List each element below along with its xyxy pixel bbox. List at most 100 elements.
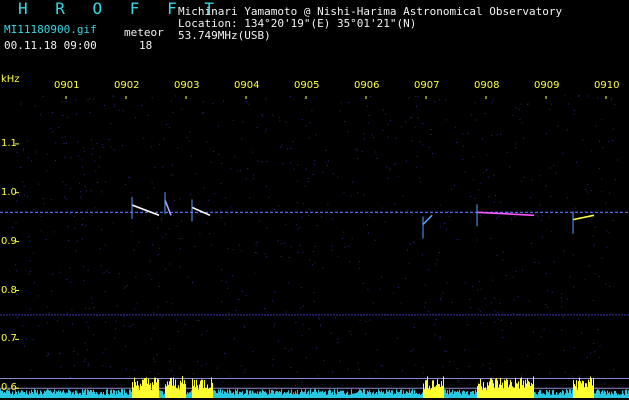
noise-pixel [61, 101, 63, 103]
noise-pixel [30, 369, 32, 371]
amplitude-bar [341, 390, 342, 398]
amplitude-bar [556, 392, 557, 398]
noise-pixel [369, 319, 371, 321]
amplitude-peak [134, 377, 135, 398]
amplitude-bar [568, 392, 569, 398]
amplitude-peak [176, 387, 177, 398]
amplitude-bar [333, 395, 334, 398]
amplitude-peak [184, 380, 185, 398]
amplitude-bar [236, 391, 237, 398]
noise-pixel [334, 317, 336, 318]
amplitude-bar [620, 394, 621, 398]
noise-pixel [177, 147, 179, 149]
noise-pixel [382, 129, 384, 131]
noise-pixel [208, 199, 210, 201]
noise-pixel [371, 134, 373, 136]
amplitude-peak [144, 378, 145, 398]
noise-pixel [368, 232, 369, 234]
noise-pixel [601, 191, 603, 193]
noise-pixel [134, 308, 136, 310]
noise-pixel [232, 119, 234, 121]
time-tick-label: 0909 [534, 80, 560, 91]
amplitude-peak [135, 382, 136, 398]
amplitude-bar [115, 394, 116, 398]
noise-pixel [62, 181, 64, 183]
amplitude-bar [412, 389, 413, 398]
noise-pixel [277, 340, 279, 342]
noise-pixel [545, 185, 547, 187]
noise-pixel [380, 364, 382, 366]
noise-pixel [69, 213, 71, 215]
amplitude-bar [263, 390, 264, 398]
noise-pixel [439, 336, 441, 338]
amplitude-peak [199, 384, 200, 398]
amplitude-bar [125, 393, 126, 398]
noise-pixel [391, 385, 393, 387]
noise-pixel [316, 225, 318, 227]
amplitude-peak [167, 381, 168, 398]
noise-pixel [108, 272, 110, 274]
amplitude-bar [83, 392, 84, 398]
noise-pixel [227, 287, 228, 289]
noise-pixel [266, 160, 268, 162]
noise-pixel [581, 332, 583, 334]
noise-pixel [199, 319, 201, 321]
noise-pixel [73, 351, 75, 352]
amplitude-bar [306, 393, 307, 398]
noise-pixel [20, 166, 22, 168]
amplitude-bar [625, 389, 626, 398]
amplitude-bar [19, 393, 20, 398]
noise-pixel [521, 122, 523, 124]
noise-pixel [435, 319, 437, 321]
amplitude-peak [518, 381, 519, 398]
amplitude-bar [248, 394, 249, 398]
noise-pixel [342, 237, 343, 239]
amplitude-bar [11, 393, 12, 398]
noise-pixel [547, 290, 549, 292]
noise-pixel [372, 302, 374, 304]
noise-pixel [328, 160, 329, 162]
amplitude-bar [272, 389, 273, 398]
amplitude-bar [347, 391, 348, 398]
noise-pixel [314, 163, 316, 165]
noise-pixel [228, 213, 230, 215]
amplitude-bar [106, 389, 107, 398]
noise-pixel [29, 260, 31, 262]
noise-pixel [486, 169, 488, 171]
noise-pixel [129, 326, 131, 328]
amplitude-peak [506, 378, 507, 398]
amplitude-bar [112, 393, 113, 398]
noise-pixel [179, 198, 181, 200]
noise-pixel [407, 209, 409, 211]
noise-pixel [365, 320, 367, 322]
amplitude-bar [188, 393, 189, 398]
noise-pixel [464, 282, 466, 284]
noise-pixel [430, 134, 432, 136]
amplitude-bar [386, 389, 387, 398]
amplitude-peak [156, 382, 157, 398]
noise-pixel [302, 251, 304, 253]
amplitude-bar [295, 391, 296, 398]
noise-pixel [393, 164, 395, 166]
noise-pixel [66, 385, 68, 387]
amplitude-bar [103, 391, 104, 398]
noise-pixel [218, 125, 219, 127]
noise-pixel [339, 360, 341, 362]
noise-pixel [252, 351, 254, 353]
amplitude-bar [350, 394, 351, 398]
noise-pixel [521, 374, 523, 376]
amplitude-bar [597, 389, 598, 398]
amplitude-bar [551, 394, 552, 398]
noise-pixel [260, 208, 262, 210]
noise-pixel [115, 320, 117, 322]
amplitude-peak [171, 377, 172, 398]
noise-pixel [398, 286, 399, 288]
noise-pixel [170, 100, 172, 102]
amplitude-bar [317, 393, 318, 398]
noise-pixel [367, 105, 369, 107]
amplitude-bar [536, 394, 537, 398]
amplitude-bar [549, 389, 550, 398]
amplitude-bar [621, 394, 622, 398]
amplitude-peak [429, 385, 430, 398]
noise-pixel [181, 108, 183, 110]
